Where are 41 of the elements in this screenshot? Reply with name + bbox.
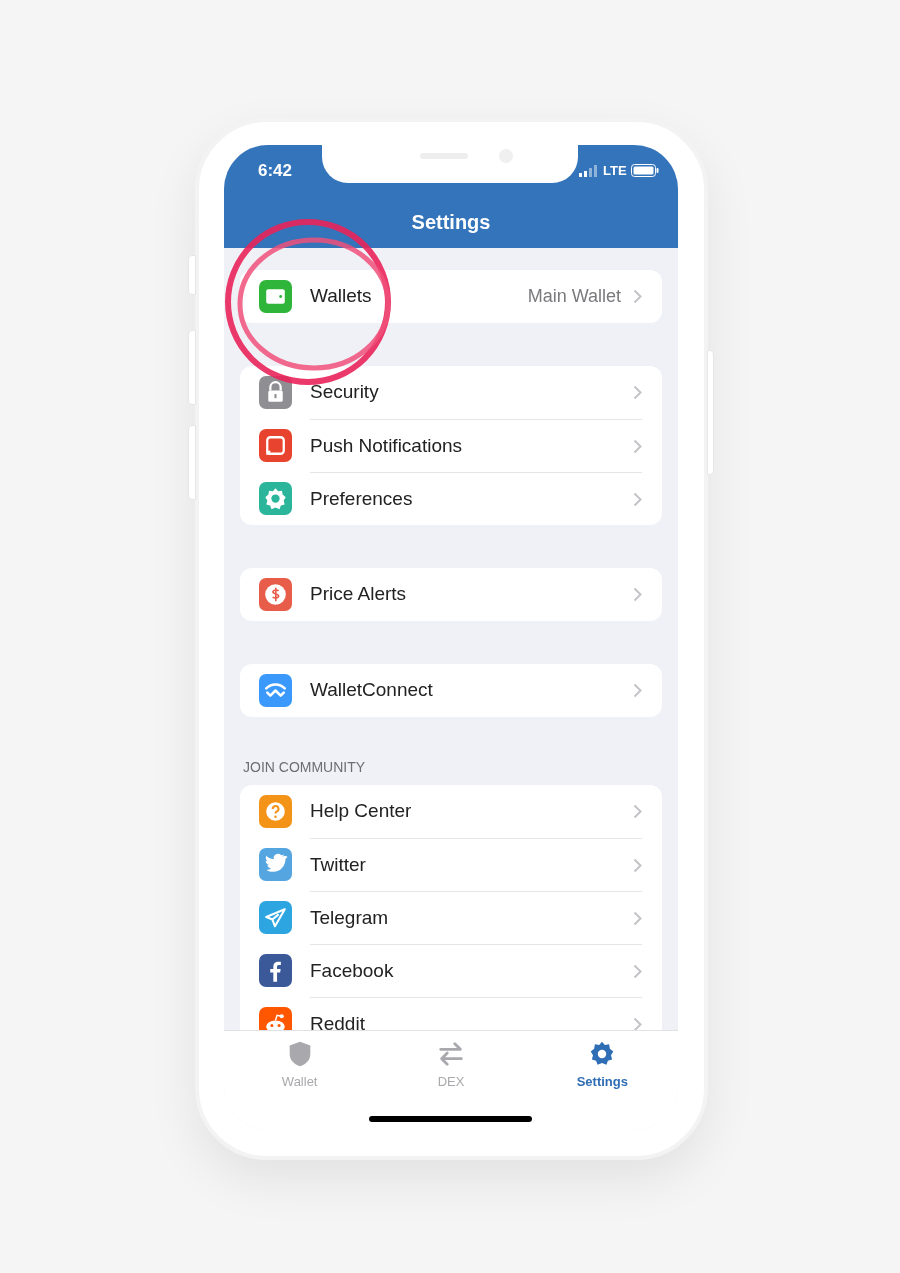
settings-row[interactable]: Wallets Main Wallet xyxy=(240,270,662,323)
chevron-right-icon xyxy=(633,857,642,873)
row-label: Wallets xyxy=(310,284,373,309)
row-label: Preferences xyxy=(310,486,414,511)
row-label: Twitter xyxy=(310,852,367,877)
settings-row[interactable]: Facebook xyxy=(240,944,662,997)
battery-icon xyxy=(630,164,659,178)
settings-row[interactable]: Telegram xyxy=(240,891,662,944)
row-value: Main Wallet xyxy=(527,285,621,308)
chevron-right-icon xyxy=(633,438,642,454)
row-label: Security xyxy=(310,380,380,405)
row-label: Price Alerts xyxy=(310,582,408,607)
settings-row[interactable]: Twitter xyxy=(240,838,662,891)
swap-arrows-icon xyxy=(436,1039,466,1069)
chevron-right-icon xyxy=(633,910,642,926)
chevron-right-icon xyxy=(633,963,642,979)
settings-row[interactable]: Help Center xyxy=(240,785,662,838)
settings-row[interactable]: Push Notifications xyxy=(240,419,662,472)
settings-row[interactable]: Preferences xyxy=(240,472,662,525)
tab-item[interactable]: Settings xyxy=(526,1039,678,1099)
network-label: LTE xyxy=(603,162,627,180)
signal-icon xyxy=(579,164,599,177)
row-label: Telegram xyxy=(310,905,390,930)
section-header: JOIN COMMUNITY xyxy=(242,759,367,776)
chevron-right-icon xyxy=(633,1016,642,1030)
row-label: Push Notifications xyxy=(310,433,464,458)
screen-title: Settings xyxy=(411,210,491,235)
chevron-right-icon xyxy=(633,683,642,698)
row-label: Reddit xyxy=(310,1011,366,1030)
chevron-right-icon xyxy=(633,289,642,304)
settings-row[interactable]: Price Alerts xyxy=(240,568,662,621)
chevron-right-icon xyxy=(633,804,642,819)
row-label: WalletConnect xyxy=(310,678,434,703)
chevron-right-icon xyxy=(633,587,642,602)
row-label: Facebook xyxy=(310,958,395,983)
status-time: 6:42 xyxy=(258,160,293,182)
chevron-right-icon xyxy=(633,491,642,507)
chevron-right-icon xyxy=(633,385,642,400)
settings-row[interactable]: WalletConnect xyxy=(240,664,662,717)
settings-row[interactable]: Security xyxy=(240,366,662,419)
row-label: Help Center xyxy=(310,799,413,824)
